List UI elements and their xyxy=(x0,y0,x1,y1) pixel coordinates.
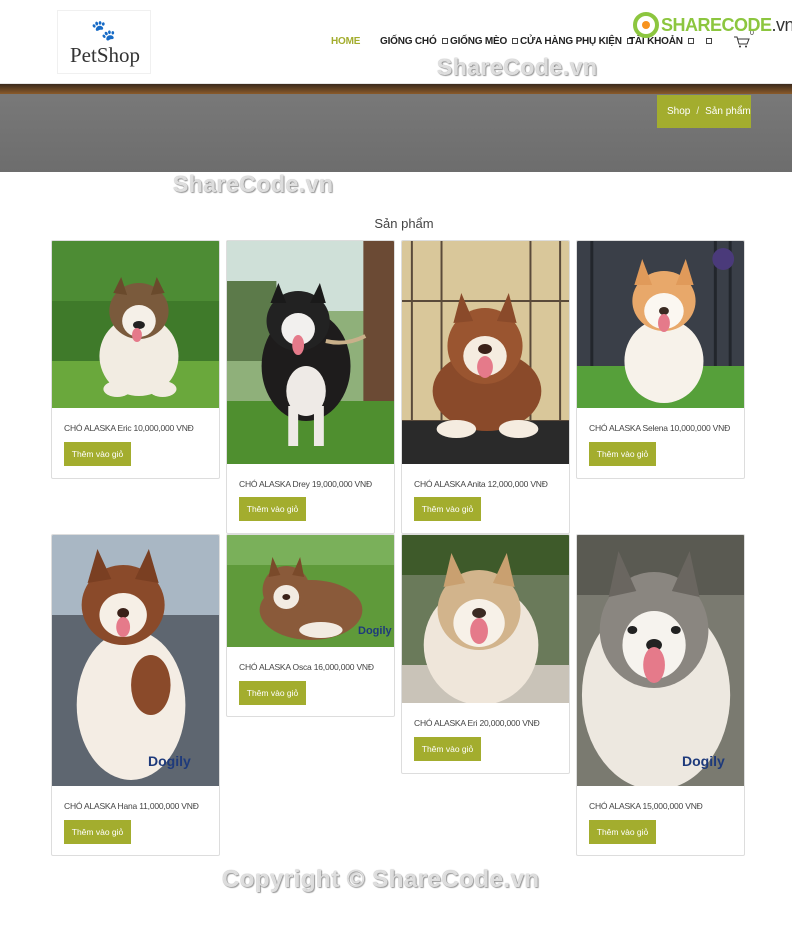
product-image[interactable]: Dogily xyxy=(577,535,744,786)
add-to-cart-button[interactable]: Thêm vào giỏ xyxy=(414,737,481,761)
product-card: CHÓ ALASKA Eric 10,000,000 VNĐ Thêm vào … xyxy=(51,240,220,479)
product-image[interactable]: Dogily xyxy=(227,535,394,647)
watermark-text: ShareCode.vn xyxy=(173,171,334,197)
add-to-cart-button[interactable]: Thêm vào giỏ xyxy=(64,442,131,466)
product-card: Dogily CHÓ ALASKA 15,000,000 VNĐ Thêm và… xyxy=(576,534,745,856)
product-card: CHÓ ALASKA Anita 12,000,000 VNĐ Thêm vào… xyxy=(401,240,570,534)
sharecode-logo-icon xyxy=(633,12,659,38)
photo-badge: Dogily xyxy=(682,753,725,769)
product-image[interactable] xyxy=(402,241,569,464)
cart-icon[interactable] xyxy=(734,36,750,48)
add-to-cart-button[interactable]: Thêm vào giỏ xyxy=(64,820,131,844)
page: 🐾 PetShop HOME GIỐNG CHÓ GIỐNG MÈO CỬA H… xyxy=(0,0,792,927)
product-card: CHÓ ALASKA Selena 10,000,000 VNĐ Thêm và… xyxy=(576,240,745,479)
photo-badge: Dogily xyxy=(358,625,392,637)
product-card: Dogily CHÓ ALASKA Hana 11,000,000 VNĐ Th… xyxy=(51,534,220,856)
watermark-text: ShareCode.vn xyxy=(437,54,598,80)
breadcrumb-home[interactable]: Shop xyxy=(667,106,690,117)
section-title: Sản phẩm xyxy=(374,216,434,231)
site-header: 🐾 PetShop HOME GIỐNG CHÓ GIỐNG MÈO CỬA H… xyxy=(0,0,792,84)
nav-dogs[interactable]: GIỐNG CHÓ xyxy=(380,36,448,47)
add-to-cart-button[interactable]: Thêm vào giỏ xyxy=(239,681,306,705)
product-image[interactable] xyxy=(52,241,219,408)
add-to-cart-button[interactable]: Thêm vào giỏ xyxy=(589,820,656,844)
product-image[interactable] xyxy=(227,241,394,464)
page-banner: Shop / Sản phẩm xyxy=(0,84,792,172)
dropdown-icon xyxy=(441,38,448,44)
paw-icon: 🐾 xyxy=(91,18,116,42)
site-logo[interactable]: 🐾 PetShop xyxy=(57,10,151,74)
product-title[interactable]: CHÓ ALASKA Osca 16,000,000 VNĐ xyxy=(239,662,374,672)
add-to-cart-button[interactable]: Thêm vào giỏ xyxy=(239,497,306,521)
nav-account[interactable]: TÀI KHOẢN xyxy=(629,36,694,47)
product-image[interactable] xyxy=(402,535,569,703)
breadcrumb-current: Sản phẩm xyxy=(705,106,751,117)
product-title[interactable]: CHÓ ALASKA Hana 11,000,000 VNĐ xyxy=(64,801,199,811)
product-title[interactable]: CHÓ ALASKA Anita 12,000,000 VNĐ xyxy=(414,479,548,489)
dropdown-icon xyxy=(687,38,694,44)
product-title[interactable]: CHÓ ALASKA Selena 10,000,000 VNĐ xyxy=(589,423,730,433)
photo-badge: Dogily xyxy=(148,753,191,769)
product-title[interactable]: CHÓ ALASKA Drey 19,000,000 VNĐ xyxy=(239,479,372,489)
product-title[interactable]: CHÓ ALASKA Eric 10,000,000 VNĐ xyxy=(64,423,194,433)
nav-accessories[interactable]: CỬA HÀNG PHỤ KIỆN xyxy=(520,36,633,47)
box-icon[interactable] xyxy=(706,36,712,47)
product-title[interactable]: CHÓ ALASKA 15,000,000 VNĐ xyxy=(589,801,703,811)
product-card: Dogily CHÓ ALASKA Osca 16,000,000 VNĐ Th… xyxy=(226,534,395,717)
product-image[interactable] xyxy=(577,241,744,408)
banner-image-strip xyxy=(0,84,792,94)
add-to-cart-button[interactable]: Thêm vào giỏ xyxy=(589,442,656,466)
product-title[interactable]: CHÓ ALASKA Eri 20,000,000 VNĐ xyxy=(414,718,540,728)
nav-cats[interactable]: GIỐNG MÈO xyxy=(450,36,519,47)
breadcrumb: Shop / Sản phẩm xyxy=(657,95,751,128)
logo-text: PetShop xyxy=(69,43,140,67)
copyright-watermark: Copyright © ShareCode.vn xyxy=(222,866,540,893)
nav-home[interactable]: HOME xyxy=(331,36,360,47)
dropdown-icon xyxy=(512,38,519,44)
product-card: CHÓ ALASKA Eri 20,000,000 VNĐ Thêm vào g… xyxy=(401,534,570,774)
add-to-cart-button[interactable]: Thêm vào giỏ xyxy=(414,497,481,521)
product-image[interactable]: Dogily xyxy=(52,535,219,786)
product-card: CHÓ ALASKA Drey 19,000,000 VNĐ Thêm vào … xyxy=(226,240,395,534)
